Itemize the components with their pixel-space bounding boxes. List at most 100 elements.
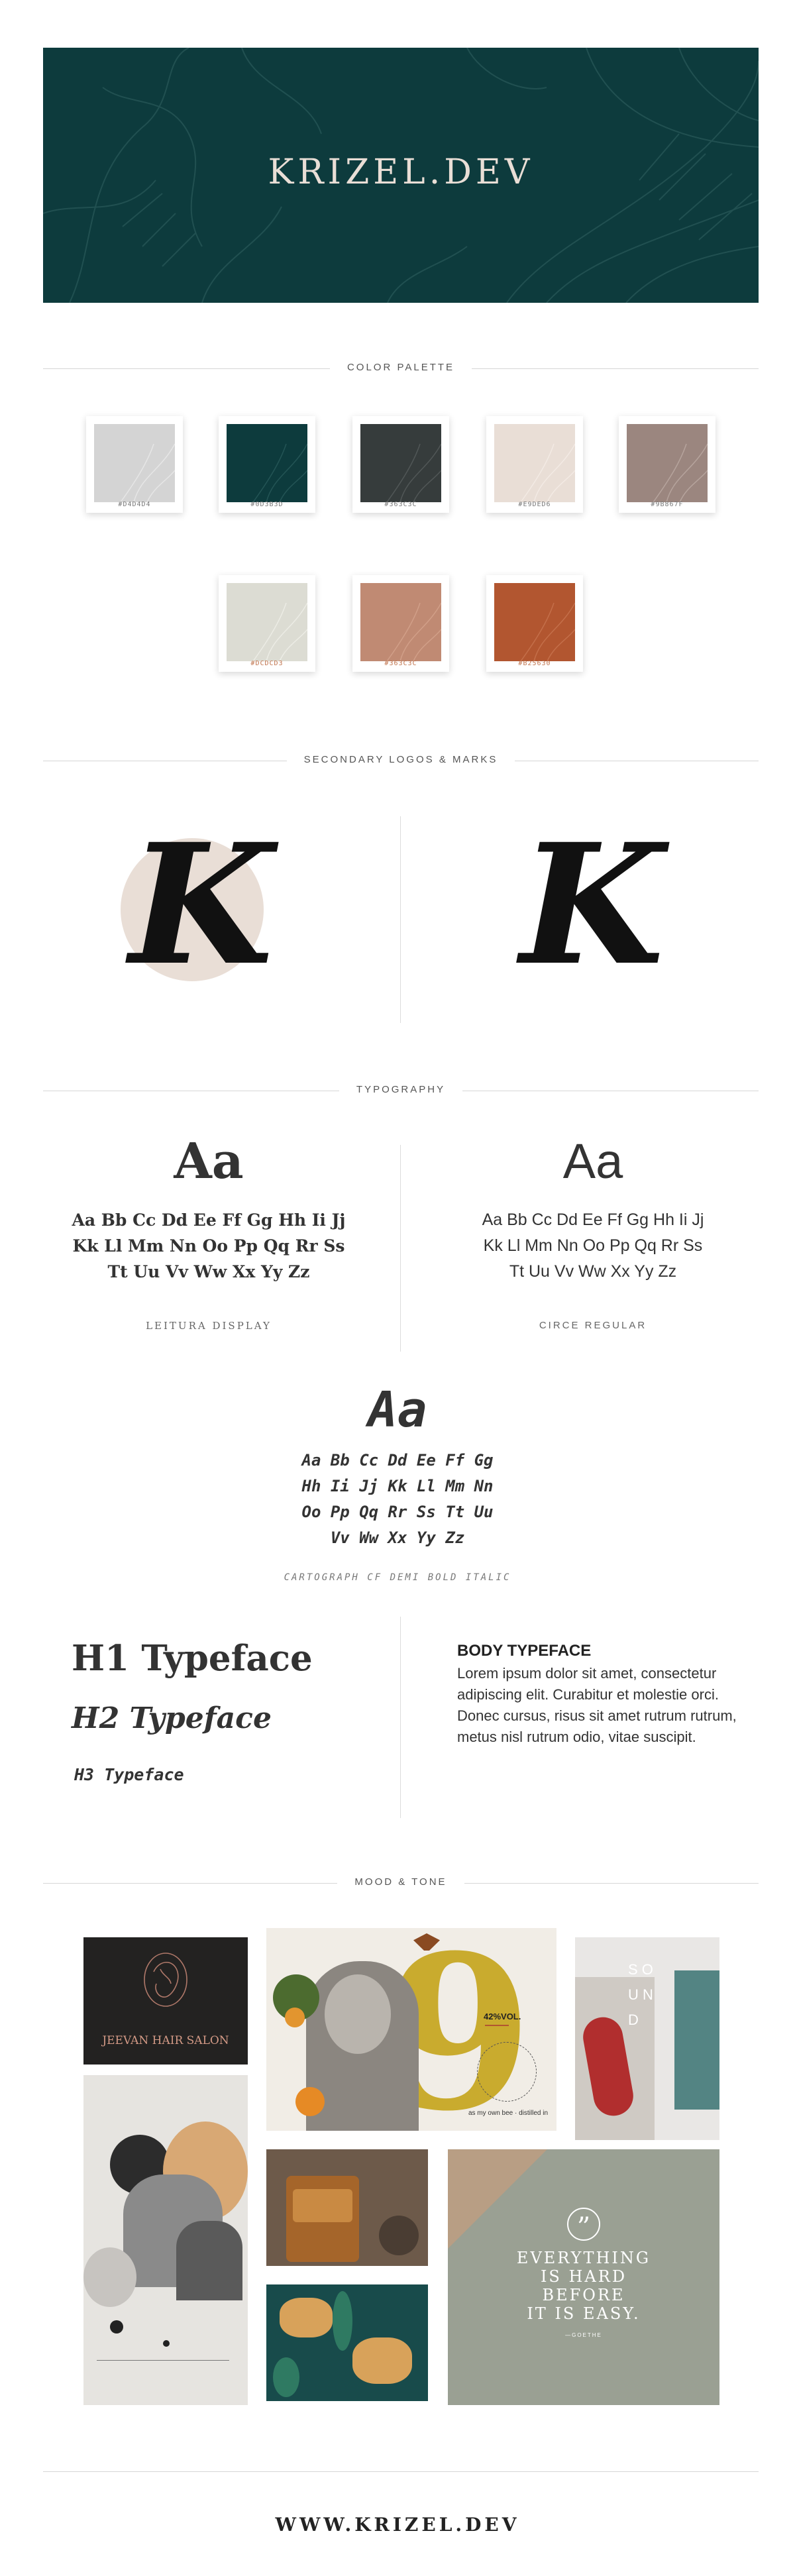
display-font-name: LEITURA DISPLAY xyxy=(146,1320,272,1332)
color-swatch: #9B867F xyxy=(619,416,716,513)
body-typeface-title: BODY TYPEFACE xyxy=(457,1642,592,1660)
mono-font-sample: Aa xyxy=(368,1381,427,1438)
display-font-alphabet: Aa Bb Cc Dd Ee Ff Gg Hh Ii Jj Kk Ll Mm N… xyxy=(72,1210,346,1281)
color-chip xyxy=(227,583,307,661)
color-hex-label: #9B867F xyxy=(651,501,684,508)
color-chip xyxy=(94,424,175,502)
section-header-typography: TYPOGRAPHY xyxy=(43,1084,759,1097)
color-hex-label: #DCDCD3 xyxy=(250,660,284,667)
vertical-divider xyxy=(400,816,401,1023)
leaf-line-pattern xyxy=(252,443,307,502)
color-chip xyxy=(227,424,307,502)
section-header-secondary-logos: SECONDARY LOGOS & MARKS xyxy=(43,754,759,767)
sound-vertical-text: S O U N D xyxy=(628,1961,653,2028)
color-swatch: #B25630 xyxy=(486,575,583,672)
section-title: SECONDARY LOGOS & MARKS xyxy=(286,754,515,765)
orange-fruit-graphic xyxy=(285,2008,305,2027)
quote-line: IS HARD xyxy=(540,2267,627,2286)
leopard-graphic xyxy=(352,2337,412,2384)
section-header-mood-tone: MOOD & TONE xyxy=(43,1876,759,1890)
mood-image-historical-collage xyxy=(83,2075,248,2405)
regular-font-alphabet: Aa Bb Cc Dd Ee Ff Gg Hh Ii Jj Kk Ll Mm N… xyxy=(482,1210,704,1281)
quote-line: IT IS EASY. xyxy=(527,2304,641,2323)
color-hex-label: #E9DED6 xyxy=(518,501,551,508)
section-header-color-palette: COLOR PALETTE xyxy=(43,362,759,375)
black-dot-graphic xyxy=(163,2340,170,2347)
mood-image-leopard-pattern xyxy=(266,2284,428,2401)
mood-image-vintage-collage: 9 42%VOL. as my own bee · distilled in xyxy=(266,1928,556,2131)
h2-typeface-sample: H2 Typeface xyxy=(72,1701,272,1735)
color-hex-label: #363C3C xyxy=(384,660,417,667)
background-object xyxy=(379,2216,419,2255)
vertical-divider xyxy=(400,1617,401,1818)
quote-line: EVERYTHING xyxy=(516,2249,651,2267)
quote-text: EVERYTHING IS HARD BEFORE IT IS EASY. xyxy=(448,2249,719,2323)
leaf-line-pattern xyxy=(252,602,307,661)
circular-stamp xyxy=(477,2042,537,2102)
color-hex-label: #0D3B3D xyxy=(250,501,284,508)
color-chip xyxy=(360,583,441,661)
mood-image-whiskey-glass xyxy=(266,2149,428,2266)
logo-mark-plain: K xyxy=(520,807,664,1002)
mood-image-quote-card: ” EVERYTHING IS HARD BEFORE IT IS EASY. … xyxy=(448,2149,719,2405)
quote-mark-icon: ” xyxy=(567,2208,600,2243)
black-dot-graphic xyxy=(110,2320,123,2334)
teal-brushstroke xyxy=(674,1970,719,2110)
leopard-graphic xyxy=(280,2298,333,2337)
color-chip xyxy=(494,424,575,502)
salon-name: JEEVAN HAIR SALON xyxy=(102,2034,229,2047)
leaf-line-pattern xyxy=(386,443,441,502)
mood-image-sound: S O U N D xyxy=(575,1937,719,2140)
footer-website-link[interactable]: WWW.KRIZEL.DEV xyxy=(0,2514,795,2536)
display-font-sample: Aa xyxy=(174,1133,244,1190)
color-swatch: #D4D4D4 xyxy=(86,416,183,513)
leaf-line-pattern xyxy=(386,602,441,661)
circular-stamp-text: as my own bee · distilled in xyxy=(468,2110,549,2117)
header-banner: KRIZEL.DEV xyxy=(43,48,759,303)
color-swatch: #E9DED6 xyxy=(486,416,583,513)
color-chip xyxy=(627,424,708,502)
h3-typeface-sample: H3 Typeface xyxy=(74,1765,184,1784)
grey-circle-graphic xyxy=(83,2247,136,2307)
section-title: COLOR PALETTE xyxy=(329,362,472,373)
section-title: MOOD & TONE xyxy=(337,1876,464,1888)
color-hex-label: #B25630 xyxy=(518,660,551,667)
whiskey-liquid-graphic xyxy=(293,2189,352,2222)
mono-font-name: CARTOGRAPH CF DEMI BOLD ITALIC xyxy=(284,1572,511,1583)
leaf-line-pattern xyxy=(520,443,575,502)
regular-font-name: CIRCE REGULAR xyxy=(539,1320,647,1331)
mono-font-alphabet: Aa Bb Cc Dd Ee Ff Gg Hh Ii Jj Kk Ll Mm N… xyxy=(301,1451,494,1547)
footer-divider xyxy=(43,2471,759,2472)
portrait-face xyxy=(325,1974,391,2054)
logo-mark-with-circle: K xyxy=(129,807,274,1002)
vertical-divider xyxy=(400,1145,401,1352)
label-underline xyxy=(485,2025,509,2026)
regular-font-sample: Aa xyxy=(562,1134,623,1189)
leaf-line-pattern xyxy=(520,602,575,661)
color-swatch: #363C3C xyxy=(352,575,449,672)
h1-typeface-sample: H1 Typeface xyxy=(72,1638,313,1679)
color-hex-label: #D4D4D4 xyxy=(118,501,151,508)
alcohol-volume-label: 42%VOL. xyxy=(484,2012,521,2021)
mood-image-salon-card: JEEVAN HAIR SALON xyxy=(83,1937,248,2065)
leaf-line-pattern xyxy=(653,443,708,502)
orange-slice-graphic xyxy=(295,2087,325,2116)
color-hex-label: #363C3C xyxy=(384,501,417,508)
line-graphic xyxy=(97,2360,229,2361)
leaf-line-pattern xyxy=(120,443,175,502)
quote-author: —GOETHE xyxy=(565,2332,602,2338)
brand-title: KRIZEL.DEV xyxy=(268,152,534,192)
leaf-graphic xyxy=(333,2291,352,2351)
color-swatch: #363C3C xyxy=(352,416,449,513)
section-title: TYPOGRAPHY xyxy=(339,1084,463,1095)
color-chip xyxy=(360,424,441,502)
color-swatch: #DCDCD3 xyxy=(219,575,315,672)
quote-line: BEFORE xyxy=(542,2286,625,2304)
color-swatch: #0D3B3D xyxy=(219,416,315,513)
leaf-graphic xyxy=(273,2357,299,2397)
body-typeface-text: Lorem ipsum dolor sit amet, consectetur … xyxy=(457,1665,737,1745)
portrait-second-figure xyxy=(176,2221,242,2300)
salon-logo-icon xyxy=(144,1953,187,2007)
color-chip xyxy=(494,583,575,661)
copper-corner-graphic xyxy=(448,2149,547,2249)
